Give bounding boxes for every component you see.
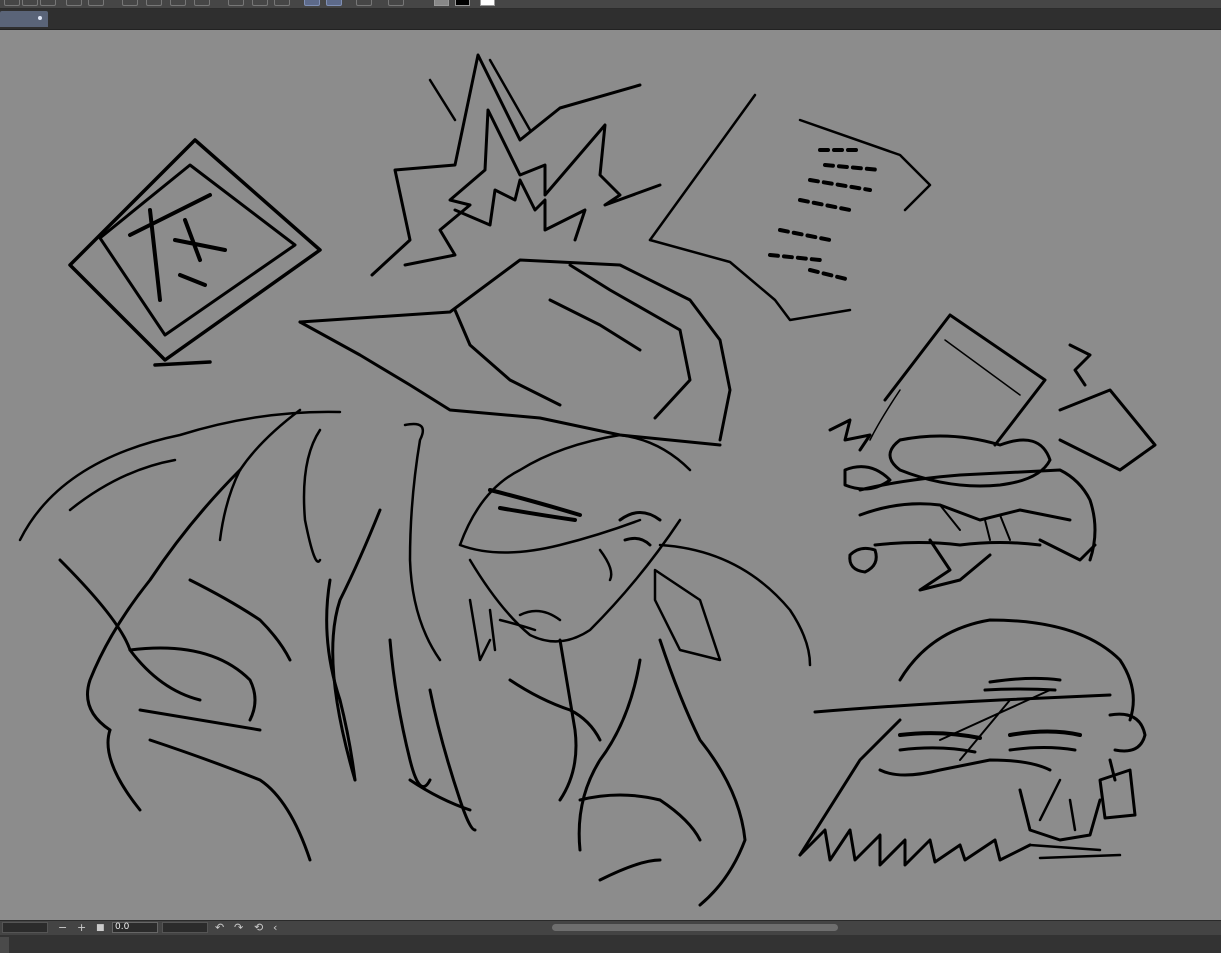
- open-icon[interactable]: [22, 0, 38, 6]
- bottom-panel-strip: [0, 935, 1221, 953]
- sub-color-swatch[interactable]: [480, 0, 495, 6]
- spiky-burst-doodle: [370, 53, 662, 277]
- blur-icon[interactable]: [146, 0, 162, 6]
- main-color-swatch[interactable]: [455, 0, 470, 6]
- redo-icon[interactable]: [88, 0, 104, 6]
- document-tab[interactable]: [0, 11, 48, 27]
- rotate-right-icon[interactable]: ↷: [234, 921, 243, 935]
- navigator-thumbnail[interactable]: [2, 922, 48, 933]
- main-toolbar: [0, 0, 1221, 9]
- unsaved-dot-icon: [38, 16, 42, 20]
- fill-icon[interactable]: [170, 0, 186, 6]
- select-rect-icon-inactive[interactable]: [228, 0, 244, 6]
- canvas-statusbar: − + ■ 0.0 ↶ ↷ ⟲ ‹: [0, 920, 1221, 935]
- save-icon[interactable]: [40, 0, 56, 6]
- chibi-character-tophat: [828, 313, 1157, 592]
- pen-icon[interactable]: [388, 0, 404, 6]
- sketch-artwork: [18, 53, 1157, 907]
- reset-rotation-icon[interactable]: ⟲: [254, 921, 263, 935]
- fit-to-window-icon[interactable]: ■: [96, 921, 105, 935]
- new-icon[interactable]: [4, 0, 20, 6]
- panel-edge-handle[interactable]: [0, 937, 9, 953]
- ruler-icon[interactable]: [356, 0, 372, 6]
- select-lasso-icon[interactable]: [326, 0, 342, 6]
- document-tab-bar: [0, 9, 1221, 30]
- zoom-in-button[interactable]: +: [77, 921, 86, 935]
- select-rect-icon[interactable]: [304, 0, 320, 6]
- speech-bubble-doodle: [648, 93, 932, 322]
- main-character-cap: [298, 258, 732, 447]
- main-character-body: [58, 468, 747, 907]
- zoom-value-field[interactable]: 0.0: [112, 922, 158, 933]
- select-all-icon[interactable]: [274, 0, 290, 6]
- undo-icon[interactable]: [66, 0, 82, 6]
- color-mode-icon[interactable]: [434, 0, 449, 6]
- transform-icon[interactable]: [194, 0, 210, 6]
- diamond-sign-doodle: [68, 138, 322, 367]
- horizontal-scrollbar[interactable]: [552, 924, 838, 931]
- brush-size-icon[interactable]: [122, 0, 138, 6]
- zoom-out-button[interactable]: −: [58, 921, 67, 935]
- select-lasso-icon-inactive[interactable]: [252, 0, 268, 6]
- collapse-statusbar-icon[interactable]: ‹: [273, 921, 277, 935]
- main-character-face: [18, 408, 812, 667]
- rotate-left-icon[interactable]: ↶: [215, 921, 224, 935]
- chibi-character-cap: [798, 618, 1147, 867]
- rotation-slider[interactable]: [162, 922, 208, 933]
- drawing-canvas[interactable]: [0, 30, 1221, 920]
